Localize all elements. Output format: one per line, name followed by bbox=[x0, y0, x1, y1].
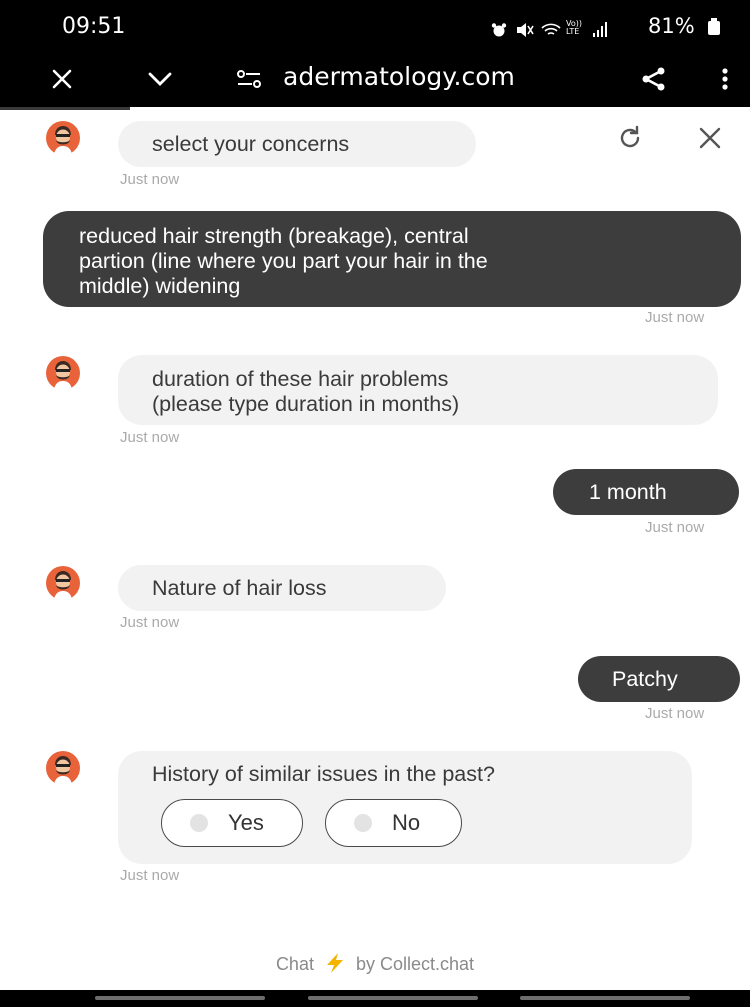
bot-message: Nature of hair loss bbox=[118, 565, 446, 611]
bot-avatar bbox=[46, 751, 80, 785]
chevron-down-icon[interactable] bbox=[140, 50, 180, 107]
page-load-progress bbox=[0, 107, 130, 110]
message-timestamp: Just now bbox=[645, 309, 705, 326]
bot-message: duration of these hair problems (please … bbox=[118, 355, 718, 425]
message-line: (please type duration in months) bbox=[152, 392, 460, 416]
mute-icon bbox=[517, 23, 534, 37]
option-label: Yes bbox=[228, 810, 264, 835]
alarm-icon bbox=[491, 23, 507, 37]
message-line: reduced hair strength (breakage), centra… bbox=[79, 224, 469, 248]
option-no-button[interactable]: No bbox=[325, 799, 462, 847]
share-icon[interactable] bbox=[636, 50, 672, 107]
message-timestamp: Just now bbox=[645, 705, 705, 722]
user-message: Patchy bbox=[578, 656, 740, 702]
close-icon[interactable] bbox=[692, 120, 728, 156]
battery-icon bbox=[708, 18, 720, 35]
url-text[interactable]: adermatology.com bbox=[283, 62, 515, 91]
close-icon[interactable] bbox=[44, 50, 80, 107]
battery-percent: 81% bbox=[648, 14, 695, 38]
radio-dot bbox=[190, 814, 208, 832]
message-timestamp: Just now bbox=[120, 867, 180, 884]
message-timestamp: Just now bbox=[120, 614, 180, 631]
volte-icon: Vo)) LTE bbox=[566, 19, 582, 36]
footer-prefix: Chat bbox=[275, 954, 314, 974]
signal-icon bbox=[593, 22, 607, 37]
message-line: middle) widening bbox=[79, 274, 241, 298]
nav-back[interactable] bbox=[520, 996, 690, 1000]
bot-avatar bbox=[46, 121, 80, 155]
message-line: duration of these hair problems bbox=[152, 367, 449, 391]
browser-toolbar: adermatology.com bbox=[0, 50, 750, 107]
question-text: History of similar issues in the past? bbox=[152, 762, 495, 786]
site-settings-icon[interactable] bbox=[232, 50, 266, 107]
user-message: reduced hair strength (breakage), centra… bbox=[43, 211, 741, 307]
footer-suffix: by Collect.chat bbox=[356, 954, 475, 974]
nav-recent[interactable] bbox=[95, 996, 265, 1000]
option-label: No bbox=[392, 810, 421, 835]
system-nav-bar bbox=[0, 990, 750, 1007]
wifi-icon bbox=[541, 23, 561, 35]
message-timestamp: Just now bbox=[645, 519, 705, 536]
message-timestamp: Just now bbox=[120, 171, 180, 188]
status-time: 09:51 bbox=[62, 14, 126, 39]
lightning-icon bbox=[326, 953, 343, 973]
powered-by-footer[interactable]: Chat by Collect.chat bbox=[0, 952, 750, 975]
bot-avatar bbox=[46, 356, 80, 390]
status-bar: 09:51 Vo)) LTE 81% bbox=[0, 0, 750, 50]
bot-avatar bbox=[46, 566, 80, 600]
user-message: 1 month bbox=[553, 469, 739, 515]
message-line: partion (line where you part your hair i… bbox=[79, 249, 488, 273]
bot-message: select your concerns bbox=[118, 121, 476, 167]
radio-dot bbox=[354, 814, 372, 832]
more-icon[interactable] bbox=[713, 50, 737, 107]
nav-home[interactable] bbox=[308, 996, 478, 1000]
message-timestamp: Just now bbox=[120, 429, 180, 446]
option-yes-button[interactable]: Yes bbox=[161, 799, 303, 847]
refresh-icon[interactable] bbox=[612, 120, 648, 156]
